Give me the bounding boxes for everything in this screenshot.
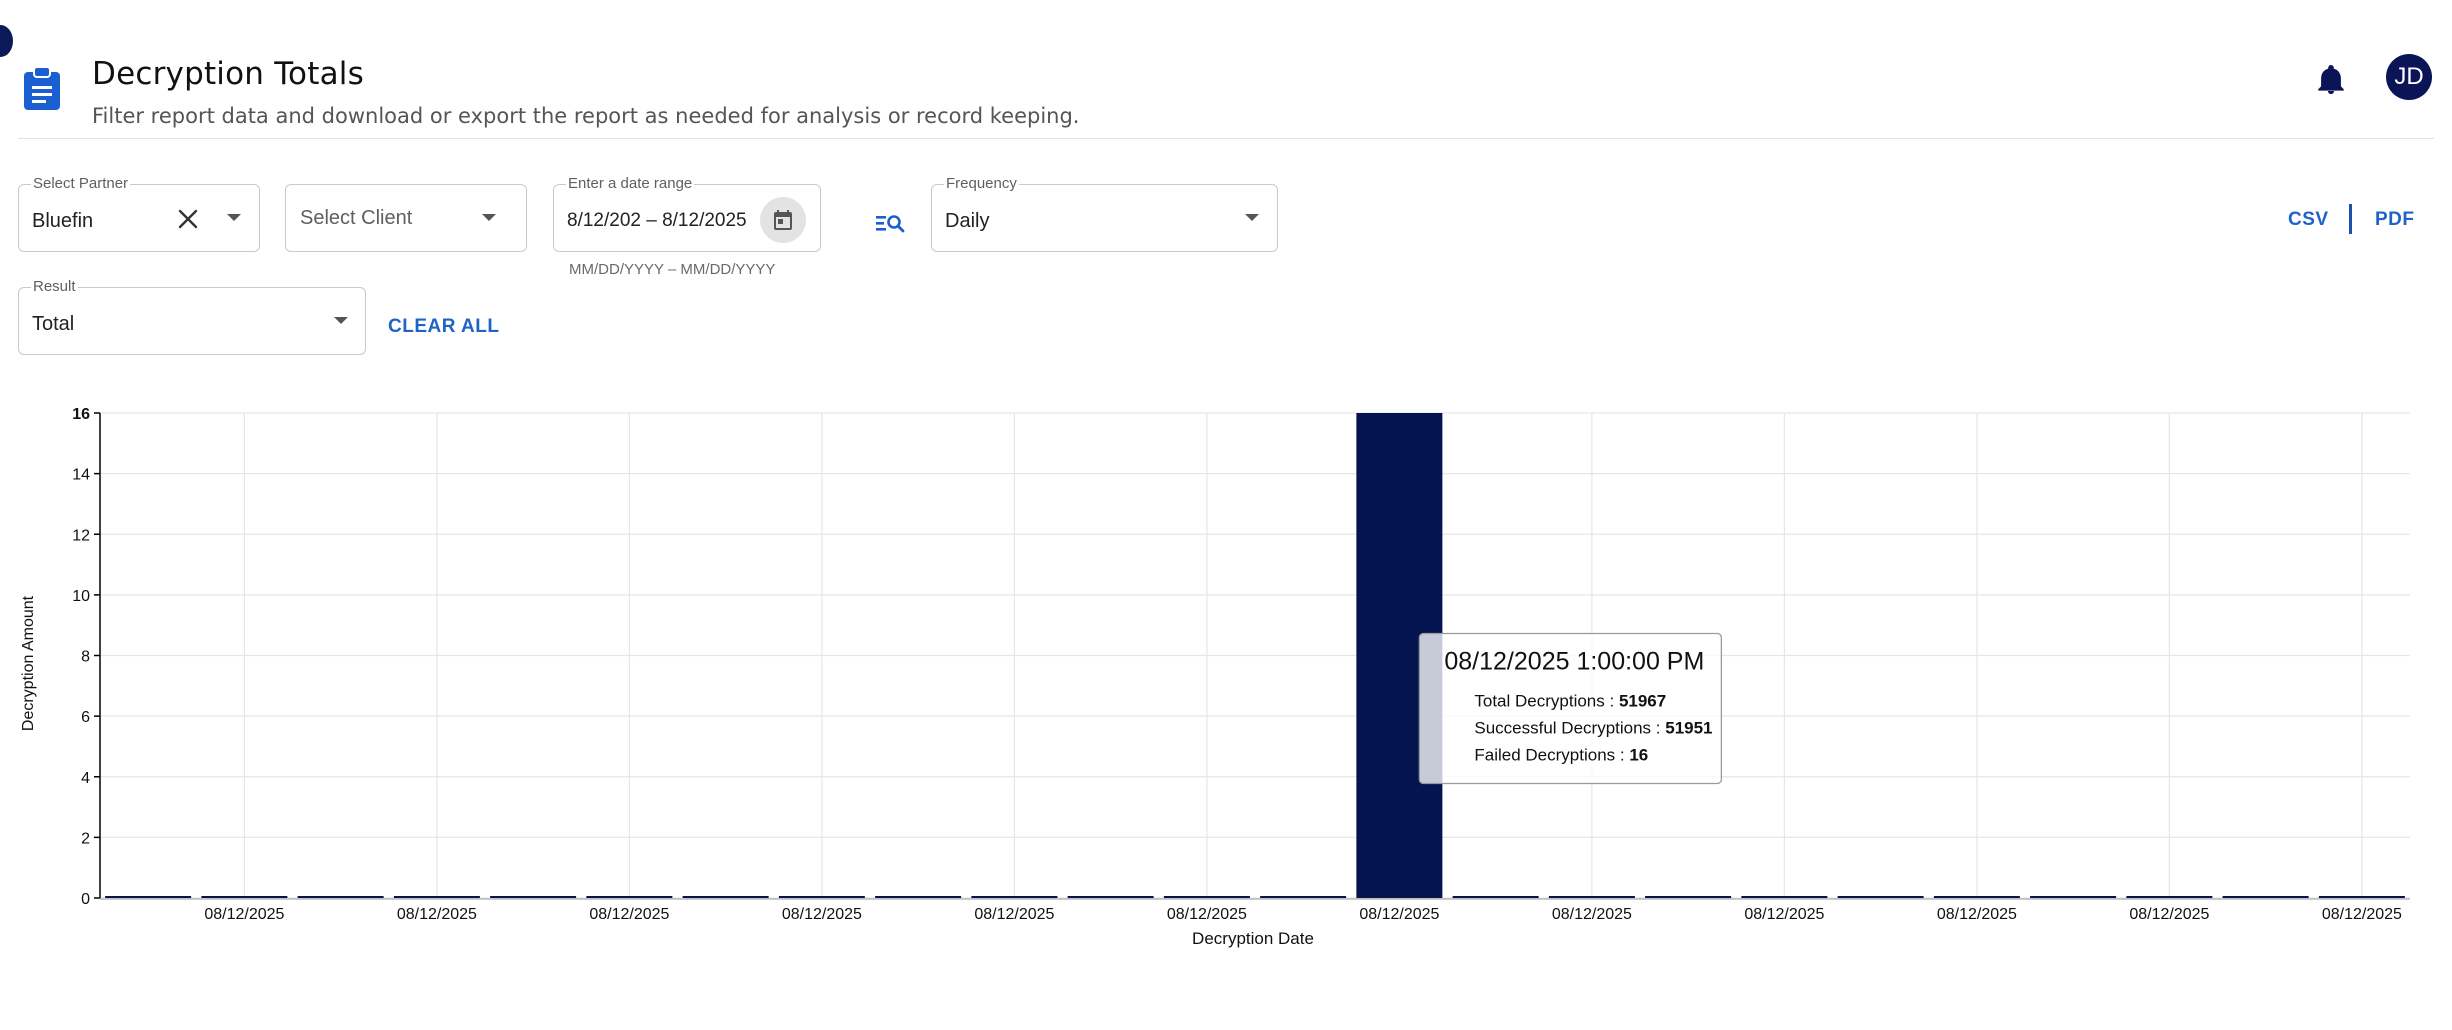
chart-bar <box>875 896 962 898</box>
partner-select[interactable]: Select Partner Bluefin <box>18 175 260 252</box>
chart-bar <box>1067 896 1154 898</box>
x-tick-label: 08/12/2025 <box>2129 906 2209 923</box>
decryption-bar-chart: 0 2 4 6 8 10 12 14 16 08/12/2025 08/12/2025 08/12/2… <box>20 406 2410 948</box>
chevron-down-icon <box>1245 214 1259 221</box>
frequency-select-label: Frequency <box>944 175 1019 192</box>
chart-bar <box>2318 896 2405 898</box>
chart-bar <box>682 896 769 898</box>
header-divider <box>18 138 2434 139</box>
chart-grid <box>100 412 2410 899</box>
page-title: Decryption Totals <box>92 56 364 92</box>
date-range-value: 8/12/202 – 8/12/2025 <box>567 210 747 231</box>
chart-labels: 0 2 4 6 8 10 12 14 16 08/12/2025 08/12/2025 08/12/2… <box>20 406 2402 948</box>
result-select-value: Total <box>32 313 75 335</box>
tooltip-row-value: 51951 <box>1665 719 1712 738</box>
calendar-icon <box>774 210 792 230</box>
tooltip-row-value: 51967 <box>1619 692 1666 711</box>
bell-icon[interactable] <box>2314 62 2348 98</box>
filter-search-icon[interactable] <box>876 212 906 234</box>
x-tick-label: 08/12/2025 <box>2322 906 2402 923</box>
chart-bar <box>393 896 480 898</box>
x-tick-label: 08/12/2025 <box>1359 906 1439 923</box>
y-axis-title: Decryption Amount <box>20 595 37 731</box>
tooltip-row: Total Decryptions : 51967 <box>1474 692 1666 711</box>
frequency-select[interactable]: Frequency Daily <box>931 175 1278 252</box>
y-tick-label: 14 <box>72 467 90 484</box>
date-format-hint: MM/DD/YYYY – MM/DD/YYYY <box>569 261 776 278</box>
clear-all-button[interactable]: CLEAR ALL <box>388 316 499 338</box>
csv-export-button[interactable]: CSV <box>2288 209 2329 231</box>
tooltip-row: Successful Decryptions : 51951 <box>1474 719 1712 738</box>
y-tick-label: 10 <box>72 588 90 605</box>
page-subtitle: Filter report data and download or expor… <box>92 104 1080 128</box>
x-tick-label: 08/12/2025 <box>1167 906 1247 923</box>
x-tick-label: 08/12/2025 <box>782 906 862 923</box>
tooltip-title: 08/12/2025 1:00:00 PM <box>1444 648 1704 676</box>
chart-bar <box>586 896 673 898</box>
tooltip-row-label: Successful Decryptions : <box>1474 719 1665 738</box>
chart-bar <box>1933 896 2020 898</box>
export-separator <box>2349 204 2352 234</box>
date-range-label: Enter a date range <box>566 175 695 192</box>
chart-bar <box>1452 896 1539 898</box>
partner-select-label: Select Partner <box>31 175 131 192</box>
user-avatar[interactable]: JD <box>2386 54 2432 100</box>
x-tick-label: 08/12/2025 <box>1744 906 1824 923</box>
result-select[interactable]: Result Total <box>18 278 366 355</box>
x-tick-label: 08/12/2025 <box>589 906 669 923</box>
tooltip-row: Failed Decryptions : 16 <box>1474 746 1648 765</box>
chart-bar <box>2030 896 2117 898</box>
chart-bar <box>1645 896 1732 898</box>
chart-bar <box>1741 896 1828 898</box>
tooltip-row-value: 16 <box>1629 746 1648 765</box>
chart-bar <box>2126 896 2213 898</box>
calendar-button[interactable] <box>760 197 806 243</box>
y-tick-label: 8 <box>81 649 90 666</box>
y-tick-label: 4 <box>81 770 90 787</box>
result-select-label: Result <box>31 278 78 295</box>
chart-tooltip: 08/12/2025 1:00:00 PM Total Decryptions :… <box>1418 632 1723 785</box>
x-tick-label: 08/12/2025 <box>1552 906 1632 923</box>
x-tick-label: 08/12/2025 <box>1937 906 2017 923</box>
frequency-select-value: Daily <box>945 210 990 232</box>
pdf-export-button[interactable]: PDF <box>2375 209 2415 231</box>
chart-bar <box>1260 896 1347 898</box>
chart-bar <box>105 896 192 898</box>
chart-bar <box>1837 896 1924 898</box>
y-tick-label: 6 <box>81 709 90 726</box>
chart-bar <box>971 896 1058 898</box>
client-select[interactable]: Select Client <box>285 184 527 252</box>
y-tick-label: 16 <box>72 406 90 423</box>
clear-partner-icon[interactable] <box>177 208 199 230</box>
y-tick-label: 12 <box>72 527 90 544</box>
chevron-down-icon <box>227 214 241 221</box>
tooltip-row-label: Failed Decryptions : <box>1474 746 1629 765</box>
chart-bar <box>1548 896 1635 898</box>
chart-bar <box>297 896 384 898</box>
client-select-placeholder: Select Client <box>300 207 413 229</box>
tooltip-row-label: Total Decryptions : <box>1474 692 1619 711</box>
y-tick-label: 2 <box>81 830 90 847</box>
chart-bar <box>778 896 865 898</box>
clipboard-icon <box>24 66 60 110</box>
partner-select-value: Bluefin <box>32 210 94 232</box>
corner-indicator <box>0 25 13 57</box>
chart-bar <box>201 896 288 898</box>
chart-bar <box>2222 896 2309 898</box>
y-tick-label: 0 <box>81 891 90 908</box>
x-tick-label: 08/12/2025 <box>204 906 284 923</box>
chevron-down-icon <box>482 214 496 221</box>
date-range-input[interactable]: Enter a date range 8/12/202 – 8/12/2025 <box>553 175 821 252</box>
chevron-down-icon <box>334 317 348 324</box>
x-tick-label: 08/12/2025 <box>974 906 1054 923</box>
chart-bar <box>490 896 577 898</box>
x-tick-label: 08/12/2025 <box>397 906 477 923</box>
chart-bar <box>1163 896 1250 898</box>
x-axis-title: Decryption Date <box>1192 929 1314 948</box>
